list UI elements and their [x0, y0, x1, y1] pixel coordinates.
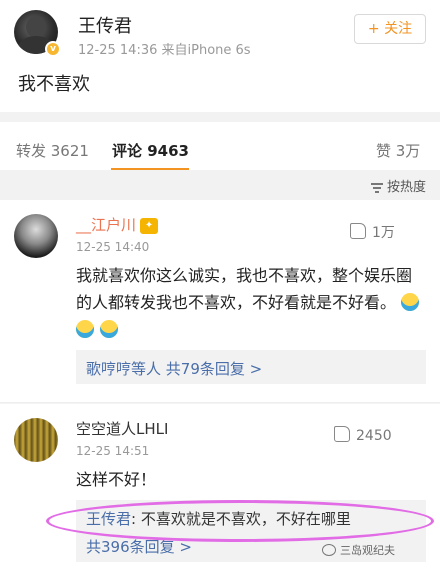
commenter-name-text: __江户川 [76, 216, 137, 234]
crown-icon: ✦ [140, 217, 159, 234]
commenter-name[interactable]: 空空道人LHLI [76, 418, 168, 439]
comment-text-body: 我就喜欢你这么诚实，我也不喜欢，整个娱乐圈的人都转发我也不喜欢，不好看就是不好看… [76, 266, 413, 312]
wechat-icon [322, 544, 336, 556]
reply-users[interactable]: 歌哼哼等人 [86, 360, 161, 378]
watermark: 三岛观纪夫 [322, 542, 395, 558]
verified-badge-icon: v [45, 41, 61, 57]
comment-like-count: 2450 [356, 428, 392, 444]
reply-author[interactable]: 王传君 [86, 510, 131, 528]
reply-summary[interactable]: 歌哼哼等人 共79条回复 > [76, 350, 426, 384]
comment-like-button[interactable]: 2450 [334, 426, 392, 444]
post-meta: 12-25 14:36 来自iPhone 6s [78, 43, 251, 58]
sort-bar: 按热度 [0, 170, 440, 200]
emoji-icon [100, 320, 118, 338]
post-text: 我不喜欢 [18, 74, 90, 95]
comment-time: 12-25 14:51 [76, 444, 150, 458]
comment-text: 这样不好！ [76, 470, 157, 489]
sort-icon [370, 182, 383, 193]
thumbs-up-icon [334, 426, 350, 442]
comment-like-button[interactable]: 1万 [350, 222, 395, 242]
emoji-icon [76, 320, 94, 338]
poster-name[interactable]: 王传君 [78, 12, 132, 38]
emoji-icon [401, 293, 420, 311]
tab-comment[interactable]: 评论 9463 [112, 140, 189, 161]
tab-repost[interactable]: 转发 3621 [16, 140, 89, 161]
comment-time: 12-25 14:40 [76, 240, 150, 254]
sort-label: 按热度 [386, 180, 426, 195]
comment-item: __江户川 ✦ 12-25 14:40 1万 我就喜欢你这么诚实，我也不喜欢，整个… [0, 200, 440, 403]
sort-by-hot-button[interactable]: 按热度 [370, 176, 426, 195]
thumbs-up-icon [350, 223, 366, 239]
post-card: v 王传君 12-25 14:36 来自iPhone 6s + 关注 我不喜欢 [0, 0, 440, 112]
follow-button[interactable]: + 关注 [354, 14, 426, 44]
watermark-text: 三岛观纪夫 [340, 544, 395, 557]
comment-text: 我就喜欢你这么诚实，我也不喜欢，整个娱乐圈的人都转发我也不喜欢，不好看就是不好看… [76, 262, 426, 343]
tab-like[interactable]: 赞 3万 [376, 140, 420, 161]
reply-count-line: 共396条回复 > [86, 536, 192, 557]
reply-summary-line: 歌哼哼等人 共79条回复 > [86, 358, 262, 379]
reply-text: : 不喜欢就是不喜欢，不好在哪里 [131, 510, 351, 528]
commenter-avatar[interactable] [14, 214, 58, 258]
reply-count-link[interactable]: 共79条回复 > [166, 360, 262, 378]
stats-bar: 转发 3621 评论 9463 赞 3万 [0, 112, 440, 171]
avatar-head-shape [26, 16, 46, 38]
reply-preview: 王传君: 不喜欢就是不喜欢，不好在哪里 [86, 508, 351, 529]
commenter-name[interactable]: __江户川 ✦ [76, 214, 159, 235]
reply-count-link[interactable]: 共396条回复 > [86, 538, 192, 556]
comment-like-count: 1万 [372, 225, 395, 241]
commenter-avatar[interactable] [14, 418, 58, 462]
